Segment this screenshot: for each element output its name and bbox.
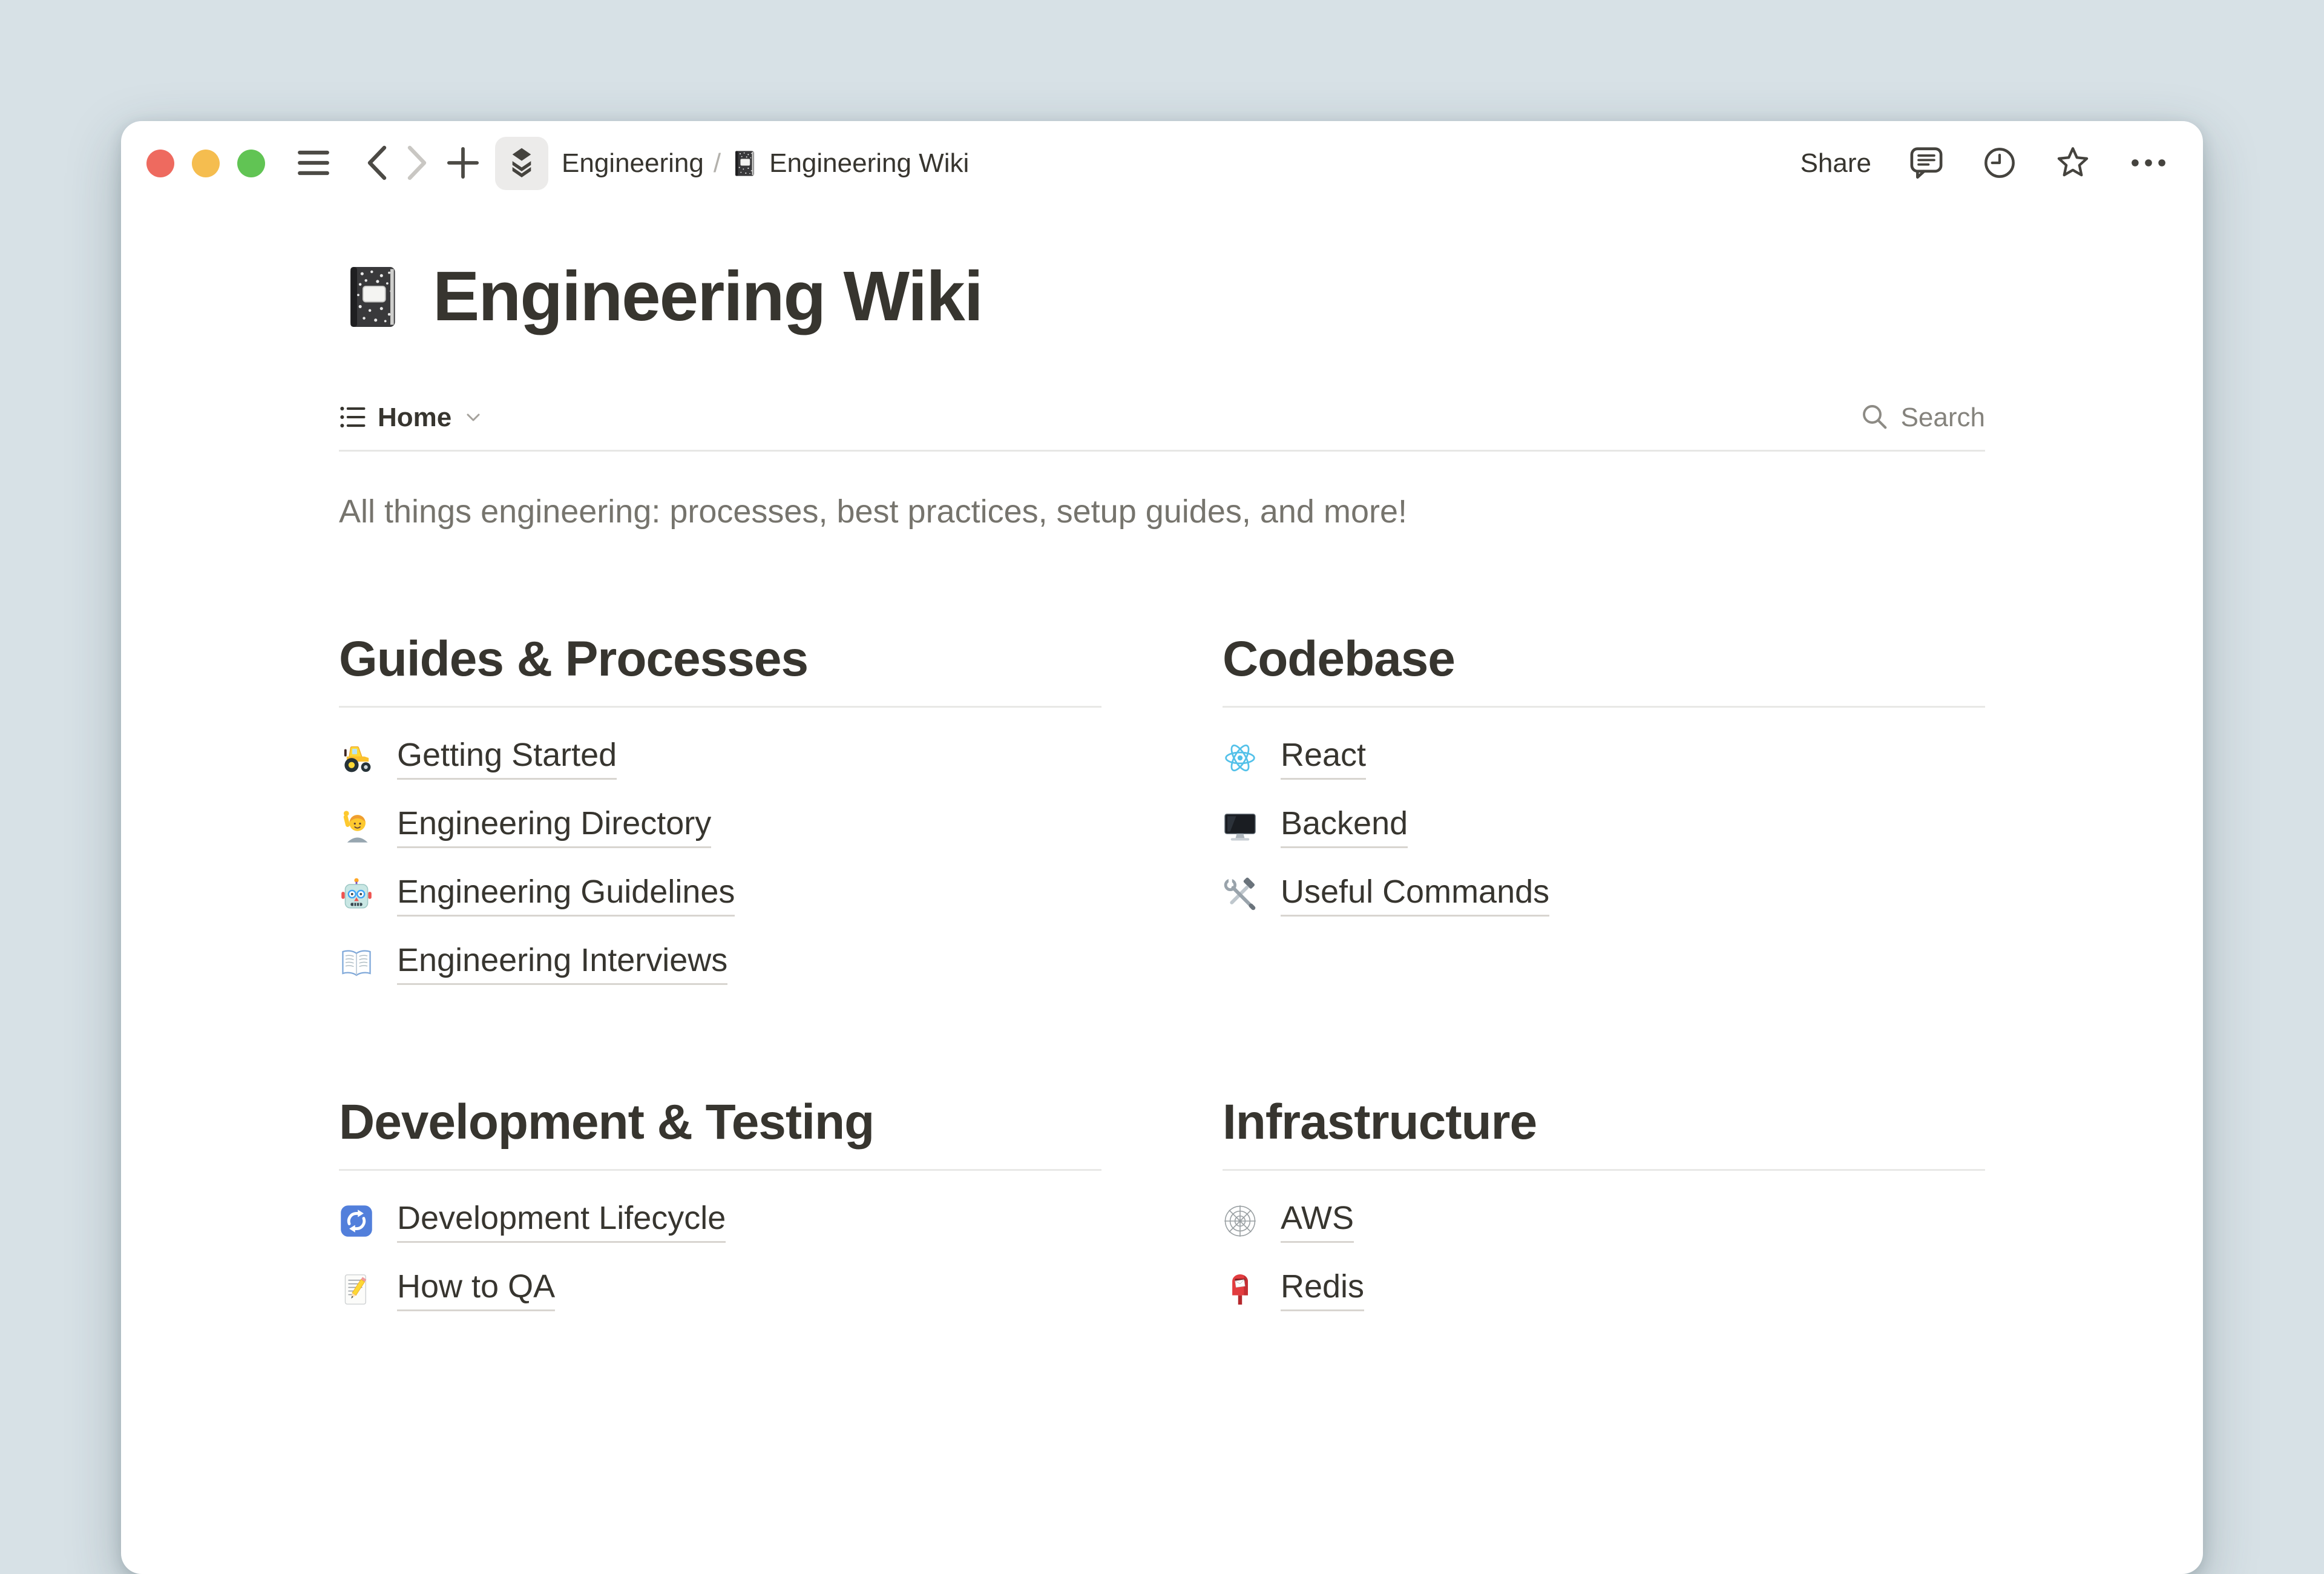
history-button[interactable] <box>1981 145 2018 183</box>
person-raising-hand-emoji-icon <box>339 809 374 844</box>
page-link-getting-started[interactable]: Getting Started <box>339 734 1101 782</box>
counterclockwise-arrows-emoji-icon <box>339 1204 374 1239</box>
react-logo-icon <box>1223 740 1258 775</box>
breadcrumb-current-label: Engineering Wiki <box>769 148 969 179</box>
tab-home[interactable]: Home <box>339 403 484 433</box>
more-options-button[interactable] <box>2128 152 2169 176</box>
favorite-button[interactable] <box>2054 144 2092 183</box>
open-book-emoji-icon <box>339 946 374 981</box>
page-link-engineering-guidelines[interactable]: Engineering Guidelines <box>339 871 1101 918</box>
notebook-emoji-icon <box>339 262 409 332</box>
page-link-useful-commands[interactable]: Useful Commands <box>1223 871 1985 918</box>
section-links: React Backend Useful Commands <box>1223 734 1985 918</box>
tab-home-label: Home <box>378 403 451 433</box>
section-codebase: Codebase React Backend <box>1223 630 1985 1008</box>
share-button[interactable]: Share <box>1800 148 1871 179</box>
breadcrumb-current-link[interactable]: Engineering Wiki <box>730 148 969 179</box>
layers-stack-icon <box>504 145 539 183</box>
notebook-emoji-icon <box>730 149 760 178</box>
page-link-label: How to QA <box>397 1268 555 1311</box>
tractor-emoji-icon <box>339 740 374 775</box>
page-link-label: Engineering Directory <box>397 805 711 848</box>
page-link-aws[interactable]: AWS <box>1223 1197 1985 1245</box>
breadcrumb-separator: / <box>714 148 721 179</box>
window-toolbar: Engineering / Engineering Wiki Share <box>121 121 2203 206</box>
divider <box>339 450 1985 452</box>
divider <box>339 706 1101 708</box>
chevron-left-icon <box>364 145 389 182</box>
page-link-label: Useful Commands <box>1281 873 1549 917</box>
page-link-backend[interactable]: Backend <box>1223 803 1985 850</box>
page-link-label: Redis <box>1281 1268 1364 1311</box>
page-link-redis[interactable]: Redis <box>1223 1266 1985 1313</box>
forward-button[interactable] <box>405 145 430 182</box>
hamburger-icon <box>298 149 329 179</box>
section-heading: Guides & Processes <box>339 630 1101 689</box>
page-link-how-to-qa[interactable]: How to QA <box>339 1266 1101 1313</box>
section-infrastructure: Infrastructure AWS Redis <box>1223 1093 1985 1334</box>
hammer-and-wrench-emoji-icon <box>1223 877 1258 912</box>
close-window-button[interactable] <box>146 150 174 177</box>
desktop-computer-emoji-icon <box>1223 809 1258 844</box>
chevron-right-icon <box>405 145 430 182</box>
plus-icon <box>447 147 479 181</box>
search-icon <box>1859 401 1891 435</box>
page-title: Engineering Wiki <box>433 258 982 335</box>
divider <box>339 1169 1101 1171</box>
bulleted-list-icon <box>339 403 367 433</box>
breadcrumb-parent-link[interactable]: Engineering <box>562 148 704 179</box>
page-link-react[interactable]: React <box>1223 734 1985 782</box>
spider-web-emoji-icon <box>1223 1204 1258 1239</box>
page-link-label: Engineering Guidelines <box>397 873 735 917</box>
postbox-emoji-icon <box>1223 1272 1258 1307</box>
page-link-label: Backend <box>1281 805 1408 848</box>
section-development-testing: Development & Testing Development Lifecy… <box>339 1093 1101 1334</box>
section-guides-processes: Guides & Processes Getting Started Engin… <box>339 630 1101 1008</box>
page-link-label: React <box>1281 736 1366 780</box>
zoom-window-button[interactable] <box>237 150 265 177</box>
memo-emoji-icon <box>339 1272 374 1307</box>
minimize-window-button[interactable] <box>192 150 220 177</box>
page-link-label: Getting Started <box>397 736 617 780</box>
page-content: Engineering Wiki Home Search All th <box>339 206 1985 1334</box>
traffic-lights <box>146 150 265 177</box>
star-icon <box>2054 144 2092 183</box>
new-page-button[interactable] <box>447 147 479 181</box>
section-heading: Infrastructure <box>1223 1093 1985 1152</box>
page-link-development-lifecycle[interactable]: Development Lifecycle <box>339 1197 1101 1245</box>
notion-window: Engineering / Engineering Wiki Share <box>121 121 2203 1574</box>
page-title-row: Engineering Wiki <box>339 257 1985 336</box>
page-link-label: Engineering Interviews <box>397 941 727 985</box>
robot-emoji-icon <box>339 877 374 912</box>
section-links: Development Lifecycle How to QA <box>339 1197 1101 1313</box>
breadcrumb: Engineering / Engineering Wiki <box>562 148 969 179</box>
page-link-engineering-directory[interactable]: Engineering Directory <box>339 803 1101 850</box>
view-tabs-row: Home Search <box>339 401 1985 435</box>
workspace-switcher-button[interactable] <box>495 137 548 190</box>
page-link-engineering-interviews[interactable]: Engineering Interviews <box>339 940 1101 987</box>
search-button[interactable]: Search <box>1859 401 1985 435</box>
comments-button[interactable] <box>1908 144 1945 183</box>
breadcrumb-parent-label: Engineering <box>562 148 704 179</box>
chevron-down-icon <box>462 406 484 430</box>
section-heading: Development & Testing <box>339 1093 1101 1152</box>
section-links: Getting Started Engineering Directory En… <box>339 734 1101 987</box>
section-heading: Codebase <box>1223 630 1985 689</box>
page-link-label: AWS <box>1281 1199 1354 1243</box>
sidebar-menu-button[interactable] <box>298 149 329 179</box>
comment-bubble-icon <box>1908 144 1945 183</box>
divider <box>1223 706 1985 708</box>
search-label: Search <box>1901 403 1985 433</box>
clock-icon <box>1981 145 2018 183</box>
sections-grid: Guides & Processes Getting Started Engin… <box>339 630 1985 1334</box>
page-description: All things engineering: processes, best … <box>339 490 1985 533</box>
back-button[interactable] <box>364 145 389 182</box>
ellipsis-icon <box>2128 152 2169 176</box>
section-links: AWS Redis <box>1223 1197 1985 1313</box>
divider <box>1223 1169 1985 1171</box>
page-link-label: Development Lifecycle <box>397 1199 726 1243</box>
toolbar-right-group: Share <box>1800 144 2169 183</box>
